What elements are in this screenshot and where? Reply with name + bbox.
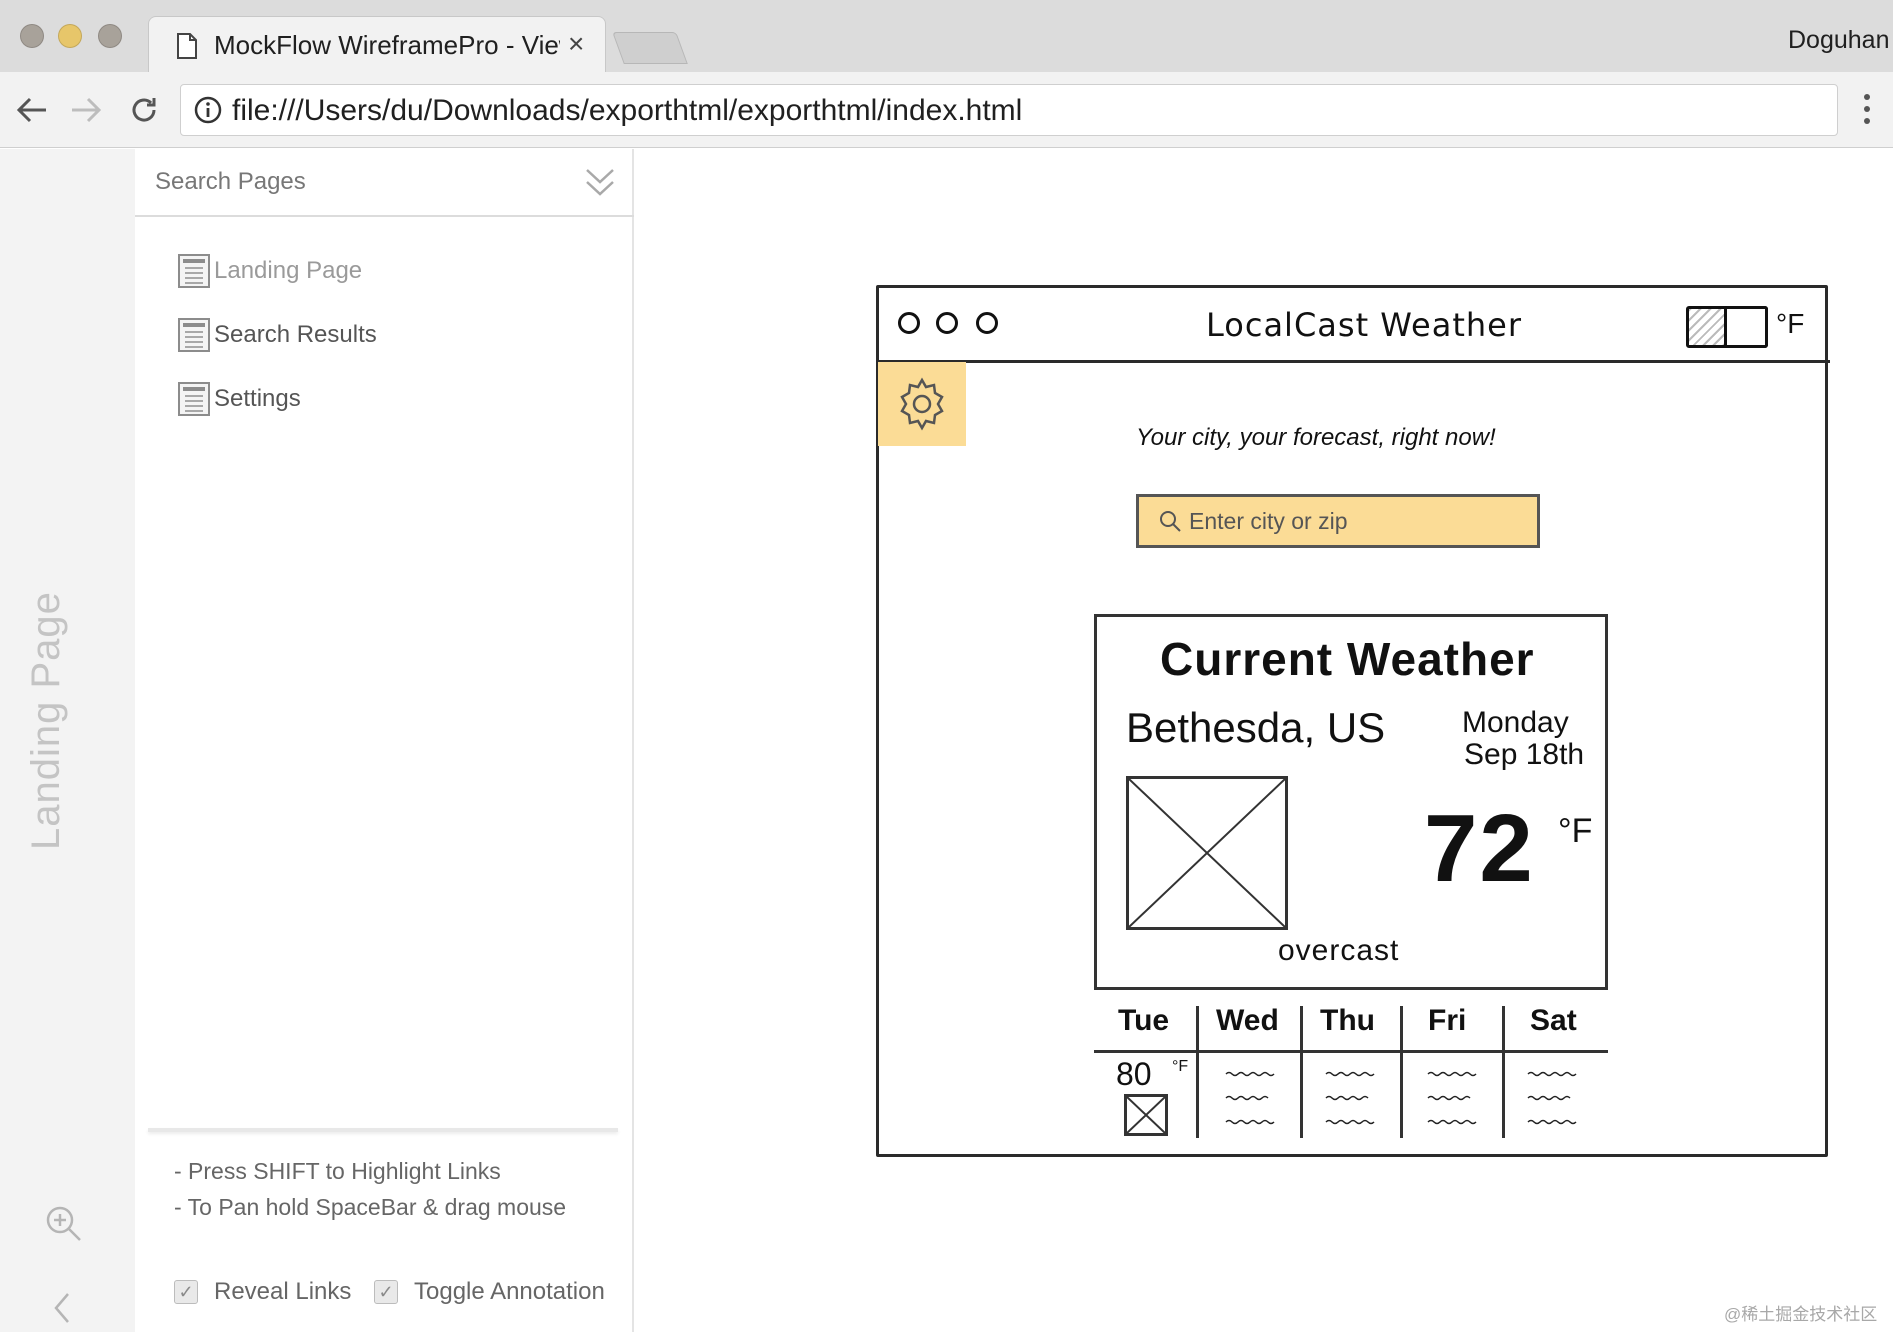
toggle-annotation-checkbox[interactable]: ✓ [374,1280,398,1304]
unit-label: °F [1776,308,1805,339]
search-icon [1160,511,1181,532]
expand-pages-button[interactable] [584,166,616,203]
weekday: Monday [1462,706,1569,739]
weather-condition: overcast [1278,934,1400,967]
page-item-label: Landing Page [214,257,363,284]
browser-menu-button[interactable] [1862,92,1872,131]
page-item-landing-page[interactable]: Landing Page [178,250,362,292]
reveal-links-option[interactable]: ✓ Reveal Links [174,1278,351,1306]
page-item-label: Search Results [214,321,377,348]
maximize-window-button[interactable] [98,24,122,48]
tab-title: MockFlow WireframePro - View [214,30,560,60]
hint-shift: - Press SHIFT to Highlight Links [174,1158,501,1184]
forecast-placeholder-text [1526,1068,1586,1135]
collapse-panel-button[interactable] [52,1292,72,1329]
document-icon [178,254,210,288]
back-button[interactable] [12,88,52,132]
forecast-day: Tue [1118,1004,1170,1037]
forecast-separator [1196,1006,1199,1138]
forecast-temperature: 80 [1116,1056,1152,1092]
arrow-left-icon [16,97,46,123]
date: Sep 18th [1464,738,1585,771]
forecast-separator [1502,1006,1505,1138]
page-item-settings[interactable]: Settings [178,378,301,420]
forecast-placeholder-text [1426,1068,1486,1135]
forecast-separator [1400,1006,1403,1138]
city-search-placeholder: Enter city or zip [1189,507,1348,534]
info-icon[interactable] [194,96,222,129]
forecast-day: Sat [1530,1004,1577,1037]
document-icon [178,318,210,352]
hints-divider [148,1128,618,1132]
forecast-day: Fri [1428,1004,1467,1037]
forecast-temperature-unit: °F [1172,1058,1189,1075]
tagline: Your city, your forecast, right now! [1136,424,1496,451]
city-name: Bethesda, US [1126,704,1386,751]
forward-button[interactable] [66,88,106,132]
unit-toggle-knob[interactable] [1724,306,1768,348]
wireframe-window-dot [976,312,998,334]
minimize-window-button[interactable] [58,24,82,48]
gear-icon [900,377,944,431]
page-search-input[interactable]: Search Pages [155,168,306,196]
wireframe-window-dot [898,312,920,334]
forecast-image-placeholder [1124,1094,1168,1136]
page-item-label: Settings [214,385,301,412]
document-icon [178,382,210,416]
url-text[interactable]: file:///Users/du/Downloads/exporthtml/ex… [232,94,1022,128]
forecast-day: Thu [1320,1004,1375,1037]
more-vert-icon [1864,94,1870,124]
tab-close-button[interactable]: × [568,28,584,60]
close-window-button[interactable] [20,24,44,48]
forecast-separator [1300,1006,1303,1138]
city-search-input[interactable]: Enter city or zip [1136,494,1540,548]
forecast-day: Wed [1216,1004,1279,1037]
forecast-placeholder-text [1324,1068,1384,1135]
current-page-label: Landing Page [24,591,68,850]
wireframe-header-divider [876,360,1830,363]
profile-name[interactable]: Doguhan [1788,26,1889,55]
settings-button[interactable] [878,362,966,446]
temperature-unit: °F [1558,812,1593,850]
arrow-right-icon [72,97,102,123]
chevron-left-icon [54,1293,69,1323]
wireframe-app-title: LocalCast Weather [1206,306,1523,344]
page-icon [176,32,198,65]
forecast-placeholder-text [1224,1068,1284,1135]
reload-button[interactable] [124,88,164,132]
zoom-in-button[interactable] [44,1204,84,1249]
hint-pan: - To Pan hold SpaceBar & drag mouse [174,1194,567,1220]
zoom-in-icon [46,1206,81,1241]
new-tab-button[interactable] [612,32,688,64]
wireframe-window-dot [936,312,958,334]
current-weather-title: Current Weather [1160,633,1535,685]
weather-image-placeholder [1126,776,1288,930]
double-chevron-down-icon [586,169,614,196]
reload-icon [132,98,156,122]
toggle-annotation-option[interactable]: ✓ Toggle Annotation [374,1278,605,1306]
page-item-search-results[interactable]: Search Results [178,314,377,356]
reveal-links-checkbox[interactable]: ✓ [174,1280,198,1304]
forecast-divider [1094,1050,1608,1053]
watermark: @稀土掘金技术社区 [1724,1305,1878,1324]
toggle-annotation-label: Toggle Annotation [414,1278,605,1305]
reveal-links-label: Reveal Links [214,1278,352,1305]
current-temperature: 72 [1424,795,1535,902]
